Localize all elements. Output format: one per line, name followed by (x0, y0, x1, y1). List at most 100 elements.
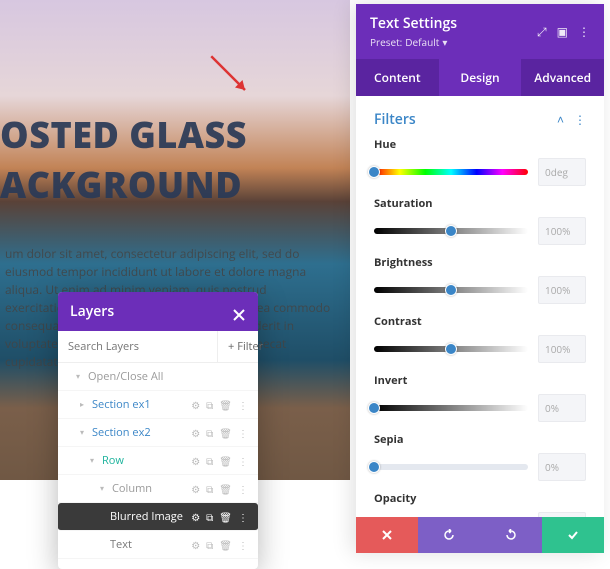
layers-search-row: +Filter (58, 331, 258, 363)
undo-button[interactable] (418, 517, 480, 553)
more-icon[interactable]: ⋮ (238, 454, 248, 468)
tab-advanced[interactable]: Advanced (521, 59, 604, 96)
slider-thumb[interactable] (368, 166, 380, 178)
more-icon[interactable]: ⋮ (238, 398, 248, 412)
duplicate-icon[interactable]: ⧉ (206, 398, 213, 412)
value-input[interactable]: 0deg (538, 158, 586, 186)
filter-brightness: Brightness100% (374, 255, 586, 304)
layers-title: Layers (70, 302, 114, 321)
trash-icon[interactable]: 🗑 (219, 426, 232, 440)
filter-saturation: Saturation 100% (374, 196, 586, 245)
expand-icon[interactable]: ⤢ (537, 23, 547, 40)
filter-button[interactable]: +Filter (217, 331, 273, 362)
filter-label: Sepia (374, 432, 586, 447)
filter-label: Contrast (374, 314, 586, 329)
value-input[interactable]: 100% (538, 217, 586, 245)
filter-label: Saturation (374, 196, 586, 211)
search-input[interactable] (58, 331, 217, 362)
slider-track[interactable] (374, 346, 528, 352)
value-input[interactable]: 0% (538, 394, 586, 422)
more-icon[interactable]: ⋮ (238, 538, 248, 552)
settings-footer (356, 517, 604, 553)
settings-title: Text Settings (370, 14, 457, 33)
filter-contrast: Contrast 100% (374, 314, 586, 363)
slider-thumb[interactable] (445, 225, 457, 237)
gear-icon[interactable]: ⚙ (191, 482, 200, 496)
settings-body: Filters ˄ ⋮ Hue0degSaturation100%Brightn… (356, 96, 604, 517)
confirm-button[interactable] (542, 517, 604, 553)
gear-icon[interactable]: ⚙ (191, 538, 200, 552)
chevron-up-icon[interactable]: ˄ (557, 111, 564, 128)
settings-header: Text Settings Preset: Default ▾ ⤢ ▣ ⋮ (356, 4, 604, 59)
layer-column[interactable]: ▾Column⚙⧉🗑⋮ (58, 475, 258, 503)
filter-label: Invert (374, 373, 586, 388)
duplicate-icon[interactable]: ⧉ (206, 538, 213, 552)
chevron-down-icon: ▾ (90, 455, 96, 466)
trash-icon[interactable]: 🗑 (219, 398, 232, 412)
snap-icon[interactable]: ▣ (557, 23, 568, 40)
close-icon[interactable] (232, 305, 246, 319)
more-icon[interactable]: ⋮ (238, 426, 248, 440)
filters-section-header[interactable]: Filters ˄ ⋮ (356, 96, 604, 137)
filter-hue: Hue0deg (374, 137, 586, 186)
layers-panel: Layers +Filter ▾Open/Close All ▸Section … (58, 292, 258, 569)
slider-thumb[interactable] (445, 343, 457, 355)
layer-section-ex2[interactable]: ▾Section ex2⚙⧉🗑⋮ (58, 419, 258, 447)
chevron-down-icon: ▾ (76, 371, 82, 382)
layers-header: Layers (58, 292, 258, 331)
slider-track[interactable] (374, 169, 528, 175)
settings-panel: Text Settings Preset: Default ▾ ⤢ ▣ ⋮ Co… (356, 4, 604, 553)
gear-icon[interactable]: ⚙ (191, 510, 200, 524)
duplicate-icon[interactable]: ⧉ (206, 426, 213, 440)
trash-icon[interactable]: 🗑 (219, 538, 232, 552)
filter-label: Opacity (374, 491, 586, 506)
duplicate-icon[interactable]: ⧉ (206, 482, 213, 496)
value-input[interactable]: 100% (538, 335, 586, 363)
value-input[interactable]: 0% (538, 453, 586, 481)
more-icon[interactable]: ⋮ (238, 482, 248, 496)
slider-track[interactable] (374, 228, 528, 234)
page-heading-l1: OSTED GLASS (0, 110, 247, 160)
slider-track[interactable] (374, 287, 528, 293)
tab-content[interactable]: Content (356, 59, 439, 96)
layers-list: ▾Open/Close All ▸Section ex1⚙⧉🗑⋮ ▾Sectio… (58, 363, 258, 569)
slider-track[interactable] (374, 405, 528, 411)
chevron-right-icon: ▸ (80, 399, 86, 410)
layer-section-ex1[interactable]: ▸Section ex1⚙⧉🗑⋮ (58, 391, 258, 419)
trash-icon[interactable]: 🗑 (219, 510, 232, 524)
more-icon[interactable]: ⋮ (238, 510, 248, 524)
annotation-arrow (205, 50, 255, 100)
layer-text[interactable]: Text⚙⧉🗑⋮ (58, 531, 258, 559)
filter-invert: Invert 0% (374, 373, 586, 422)
chevron-down-icon: ▾ (100, 483, 106, 494)
trash-icon[interactable]: 🗑 (219, 482, 232, 496)
redo-button[interactable] (480, 517, 542, 553)
gear-icon[interactable]: ⚙ (191, 398, 200, 412)
more-icon[interactable]: ⋮ (574, 111, 586, 128)
settings-top: Text Settings Preset: Default ▾ ⤢ ▣ ⋮ Co… (356, 4, 604, 96)
tab-design[interactable]: Design (439, 59, 522, 96)
trash-icon[interactable]: 🗑 (219, 454, 232, 468)
slider-track[interactable] (374, 464, 528, 470)
chevron-down-icon: ▾ (80, 427, 86, 438)
chevron-down-icon: ▾ (442, 35, 447, 49)
layer-row[interactable]: ▾Row⚙⧉🗑⋮ (58, 447, 258, 475)
cancel-button[interactable] (356, 517, 418, 553)
duplicate-icon[interactable]: ⧉ (206, 454, 213, 468)
slider-thumb[interactable] (368, 461, 380, 473)
slider-thumb[interactable] (445, 284, 457, 296)
gear-icon[interactable]: ⚙ (191, 426, 200, 440)
preset-selector[interactable]: Preset: Default ▾ (370, 35, 457, 49)
value-input[interactable]: 100% (538, 276, 586, 304)
gear-icon[interactable]: ⚙ (191, 454, 200, 468)
duplicate-icon[interactable]: ⧉ (206, 510, 213, 524)
more-icon[interactable]: ⋮ (578, 23, 590, 40)
page-heading-l2: ACKGROUND (0, 160, 247, 210)
layers-openall[interactable]: ▾Open/Close All (58, 363, 258, 391)
slider-thumb[interactable] (368, 402, 380, 414)
filter-opacity: Opacity100% (374, 491, 586, 517)
filters-heading: Filters (374, 110, 416, 129)
filters-list: Hue0degSaturation100%Brightness100%Contr… (356, 137, 604, 517)
filter-label: Filter (237, 339, 263, 354)
layer-blurred-image[interactable]: Blurred Image⚙⧉🗑⋮ (58, 503, 258, 531)
